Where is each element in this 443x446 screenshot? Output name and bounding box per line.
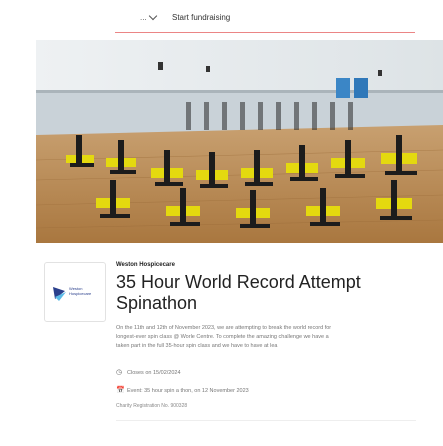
spin-class-photo (36, 40, 443, 243)
charity-registration: Charity Registration No. 900328 (116, 403, 188, 409)
hero-image (36, 40, 443, 243)
chevron-down-icon (148, 11, 157, 21)
calendar-icon: 📅 (116, 387, 125, 394)
logo-wordmark: Weston Hospicecare (69, 286, 92, 296)
top-navigation: ... Start fundraising (0, 0, 443, 36)
event-info: 📅 Event: 35 hour spin a thon, on 12 Novem… (116, 387, 249, 394)
section-divider (116, 420, 416, 421)
nav-divider (115, 32, 415, 33)
timer-icon: ◷ (116, 369, 123, 376)
charity-name[interactable]: Weston Hospicecare (116, 262, 175, 268)
closing-date: ◷ Closes on 15/02/2024 (116, 369, 181, 376)
start-fundraising-link[interactable]: Start fundraising (172, 13, 230, 22)
nav-dropdown-label: ... (140, 13, 147, 22)
nav-dropdown[interactable]: ... (140, 11, 158, 22)
page-description: On the 11th and 12th of November 2023, w… (116, 325, 332, 349)
charity-logo: Weston Hospicecare (44, 262, 106, 322)
page-title: 35 Hour World Record Attempt Spinathon (116, 272, 361, 313)
